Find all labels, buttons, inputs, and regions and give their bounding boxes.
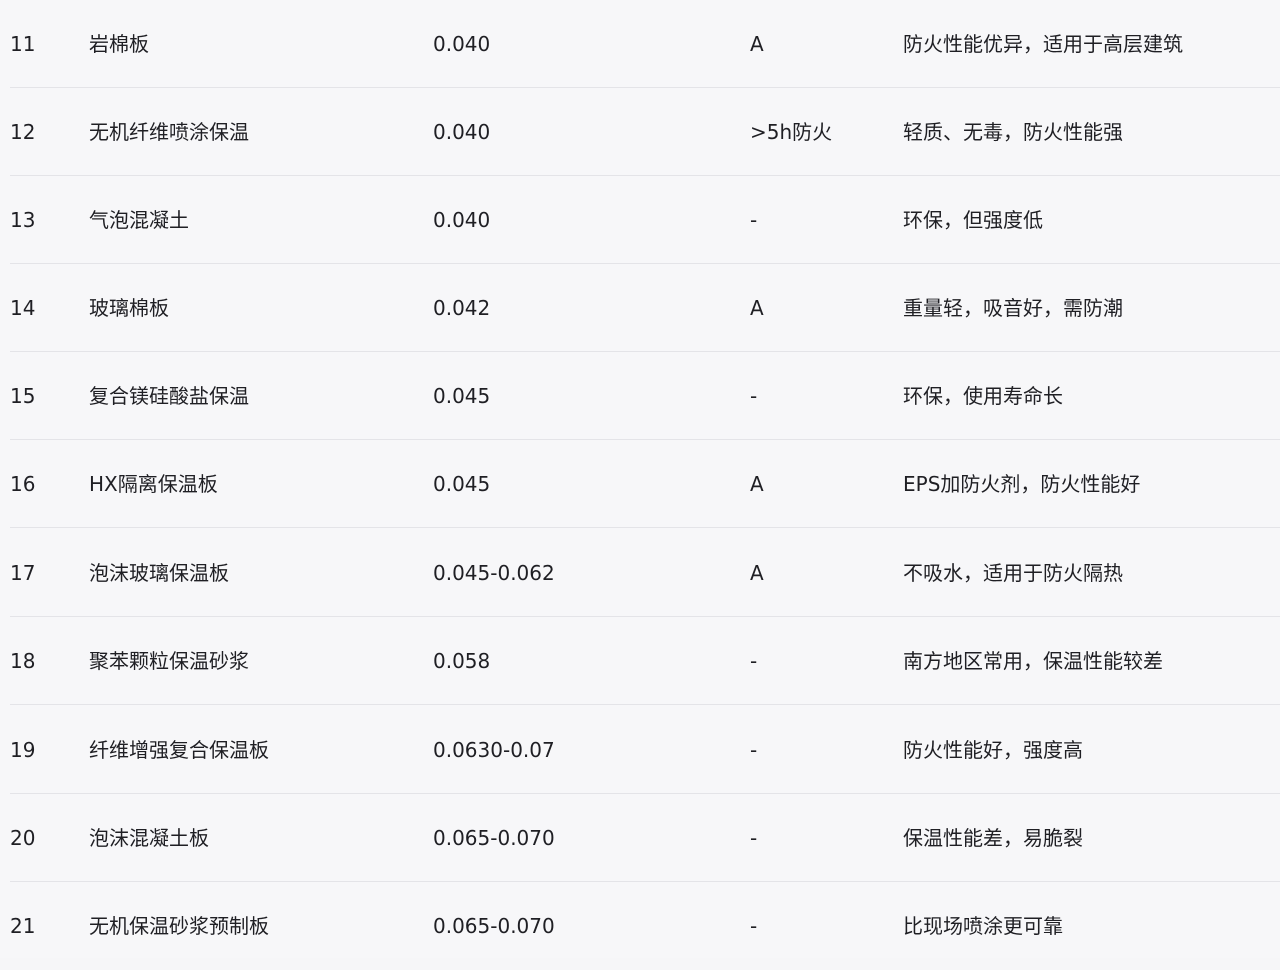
material-name: 泡沫玻璃保温板: [89, 561, 229, 585]
table-row: 11 岩棉板 0.040 A 防火性能优异，适用于高层建筑: [10, 0, 1280, 88]
row-index: 17: [10, 561, 36, 585]
fire-rating: A: [750, 296, 764, 320]
remark: 防火性能优异，适用于高层建筑: [903, 32, 1183, 56]
thermal-conductivity: 0.045: [433, 472, 491, 496]
thermal-conductivity: 0.040: [433, 120, 491, 144]
thermal-conductivity: 0.058: [433, 649, 491, 673]
material-name: 玻璃棉板: [89, 296, 169, 320]
fire-rating: -: [750, 826, 758, 850]
table-row: 14 玻璃棉板 0.042 A 重量轻，吸音好，需防潮: [10, 264, 1280, 352]
remark: EPS加防火剂，防火性能好: [903, 472, 1141, 496]
row-index: 14: [10, 296, 36, 320]
material-name: 纤维增强复合保温板: [89, 738, 269, 762]
material-name: 聚苯颗粒保温砂浆: [89, 649, 249, 673]
remark: 南方地区常用，保温性能较差: [903, 649, 1163, 673]
row-index: 18: [10, 649, 36, 673]
thermal-conductivity: 0.045: [433, 384, 491, 408]
row-index: 12: [10, 120, 36, 144]
fire-rating: -: [750, 208, 758, 232]
remark: 环保，使用寿命长: [903, 384, 1063, 408]
fire-rating: A: [750, 561, 764, 585]
row-index: 13: [10, 208, 36, 232]
table-row: 17 泡沫玻璃保温板 0.045-0.062 A 不吸水，适用于防火隔热: [10, 529, 1280, 617]
thermal-conductivity: 0.065-0.070: [433, 826, 555, 850]
table-row: 12 无机纤维喷涂保温 0.040 >5h防火 轻质、无毒，防火性能强: [10, 88, 1280, 176]
fire-rating: A: [750, 472, 764, 496]
remark: 不吸水，适用于防火隔热: [903, 561, 1123, 585]
thermal-conductivity: 0.0630-0.07: [433, 738, 555, 762]
table-row: 18 聚苯颗粒保温砂浆 0.058 - 南方地区常用，保温性能较差: [10, 617, 1280, 705]
material-name: 复合镁硅酸盐保温: [89, 384, 249, 408]
fire-rating: -: [750, 738, 758, 762]
remark: 保温性能差，易脆裂: [903, 826, 1083, 850]
fire-rating: -: [750, 914, 758, 938]
thermal-conductivity: 0.065-0.070: [433, 914, 555, 938]
material-name: 无机纤维喷涂保温: [89, 120, 249, 144]
remark: 环保，但强度低: [903, 208, 1043, 232]
material-name: 岩棉板: [89, 32, 149, 56]
thermal-conductivity: 0.045-0.062: [433, 561, 555, 585]
remark: 重量轻，吸音好，需防潮: [903, 296, 1123, 320]
remark: 比现场喷涂更可靠: [903, 914, 1063, 938]
table-row: 20 泡沫混凝土板 0.065-0.070 - 保温性能差，易脆裂: [10, 794, 1280, 882]
fire-rating: -: [750, 384, 758, 408]
row-index: 11: [10, 32, 36, 56]
row-index: 21: [10, 914, 36, 938]
materials-table: 11 岩棉板 0.040 A 防火性能优异，适用于高层建筑 12 无机纤维喷涂保…: [0, 0, 1280, 958]
thermal-conductivity: 0.040: [433, 208, 491, 232]
table-row: 15 复合镁硅酸盐保温 0.045 - 环保，使用寿命长: [10, 352, 1280, 440]
remark: 轻质、无毒，防火性能强: [903, 120, 1123, 144]
material-name: 气泡混凝土: [89, 208, 189, 232]
row-index: 20: [10, 826, 36, 850]
table-row: 19 纤维增强复合保温板 0.0630-0.07 - 防火性能好，强度高: [10, 706, 1280, 794]
fire-rating: -: [750, 649, 758, 673]
row-index: 16: [10, 472, 36, 496]
row-index: 15: [10, 384, 36, 408]
table-row: 13 气泡混凝土 0.040 - 环保，但强度低: [10, 176, 1280, 264]
material-name: 无机保温砂浆预制板: [89, 914, 269, 938]
thermal-conductivity: 0.042: [433, 296, 491, 320]
remark: 防火性能好，强度高: [903, 738, 1083, 762]
material-name: HX隔离保温板: [89, 472, 218, 496]
row-index: 19: [10, 738, 36, 762]
fire-rating: A: [750, 32, 764, 56]
material-name: 泡沫混凝土板: [89, 826, 209, 850]
table-row: 16 HX隔离保温板 0.045 A EPS加防火剂，防火性能好: [10, 440, 1280, 528]
fire-rating: >5h防火: [750, 120, 833, 144]
table-row: 21 无机保温砂浆预制板 0.065-0.070 - 比现场喷涂更可靠: [10, 882, 1280, 970]
thermal-conductivity: 0.040: [433, 32, 491, 56]
